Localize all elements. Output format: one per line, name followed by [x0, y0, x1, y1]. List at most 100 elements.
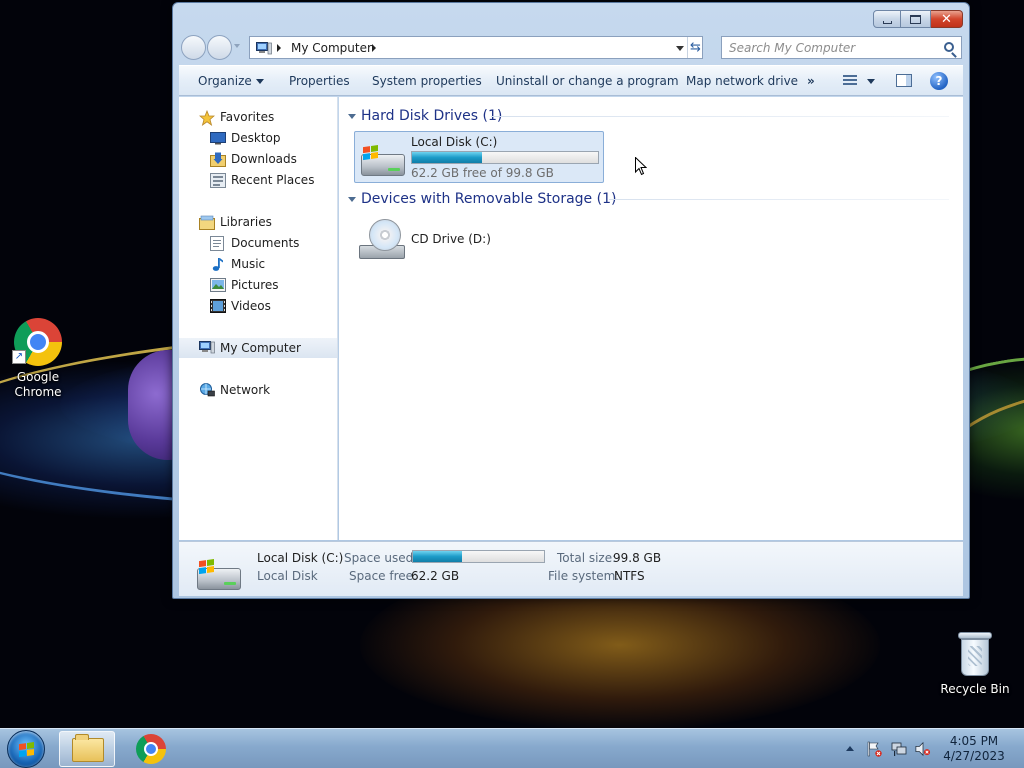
desktop-icon [210, 132, 226, 145]
help-icon[interactable]: ? [930, 72, 948, 90]
details-usage-fill [413, 551, 463, 562]
system-properties-button[interactable]: System properties [372, 66, 482, 96]
nav-label: Videos [231, 299, 271, 313]
volume-muted-icon[interactable] [915, 741, 931, 757]
cd-drive-icon [357, 219, 407, 265]
maximize-icon [910, 14, 921, 24]
nav-item-downloads[interactable]: Downloads [179, 149, 337, 169]
breadcrumb-separator-icon[interactable] [372, 44, 376, 52]
close-button[interactable]: ✕ [931, 10, 963, 28]
total-size-label: Total size: [557, 551, 617, 565]
nav-item-pictures[interactable]: Pictures [179, 275, 337, 295]
change-view-icon[interactable] [843, 75, 857, 87]
chrome-icon [136, 734, 166, 764]
group-header-hard-disk-drives[interactable]: Hard Disk Drives (1) [339, 107, 959, 127]
group-header-removable-storage[interactable]: Devices with Removable Storage (1) [339, 190, 959, 210]
content-pane: Hard Disk Drives (1) Local Disk (C:) 62.… [339, 97, 963, 540]
address-dropdown-icon[interactable] [676, 46, 684, 51]
pictures-icon [210, 278, 226, 292]
computer-icon [199, 341, 215, 354]
breadcrumb-separator-icon[interactable] [277, 44, 281, 52]
space-used-label: Space used: [344, 551, 418, 565]
maximize-button[interactable] [901, 10, 931, 28]
file-system-value: NTFS [614, 569, 645, 583]
drive-name: Local Disk (C:) [411, 135, 498, 149]
drive-usage-fill [412, 152, 483, 163]
star-icon [199, 110, 215, 126]
chevron-down-icon [255, 79, 264, 84]
preview-pane-icon[interactable] [896, 74, 912, 87]
more-commands-button[interactable]: » [807, 66, 815, 96]
window-controls: ✕ [873, 10, 963, 28]
nav-item-network[interactable]: Network [179, 380, 337, 400]
libraries-icon [199, 215, 215, 230]
drive-name: CD Drive (D:) [411, 232, 491, 246]
collapse-arrow-icon[interactable] [348, 197, 356, 202]
space-free-value: 62.2 GB [411, 569, 460, 583]
folder-icon [72, 734, 104, 762]
search-box[interactable]: Search My Computer [721, 36, 962, 59]
drive-tile-local-disk-c[interactable]: Local Disk (C:) 62.2 GB free of 99.8 GB [354, 131, 604, 183]
network-icon [200, 383, 215, 397]
search-placeholder: Search My Computer [729, 41, 856, 55]
recent-pages-dropdown[interactable] [234, 44, 240, 48]
search-icon[interactable] [944, 42, 954, 52]
hard-drive-icon [195, 554, 243, 590]
desktop-icon-recycle-bin[interactable]: Recycle Bin [937, 632, 1013, 697]
address-bar[interactable]: My Computer ⇆ [249, 36, 703, 59]
clock-date: 4/27/2023 [943, 749, 1005, 763]
organize-label: Organize [198, 74, 252, 88]
details-pane: Local Disk (C:) Local Disk Space used: S… [179, 541, 963, 596]
nav-label: Pictures [231, 278, 279, 292]
nav-item-videos[interactable]: Videos [179, 296, 337, 316]
nav-item-desktop[interactable]: Desktop [179, 128, 337, 148]
system-clock[interactable]: 4:05 PM 4/27/2023 [940, 734, 1008, 764]
network-status-icon[interactable] [891, 741, 907, 757]
nav-item-my-computer[interactable]: My Computer [179, 338, 337, 358]
computer-icon [256, 42, 272, 55]
nav-item-libraries[interactable]: Libraries [179, 212, 337, 232]
nav-item-recent-places[interactable]: Recent Places [179, 170, 337, 190]
show-hidden-icons-button[interactable] [846, 746, 854, 751]
nav-label: Desktop [231, 131, 281, 145]
taskbar-windows-explorer[interactable] [59, 731, 115, 767]
recycle-bin-icon [958, 632, 992, 676]
windows-logo-icon [19, 741, 35, 759]
nav-label: Libraries [220, 215, 272, 229]
desktop-icon-label: Google Chrome [14, 370, 62, 399]
drive-usage-bar [411, 151, 599, 164]
taskbar-google-chrome[interactable] [123, 731, 179, 767]
recent-places-icon [210, 173, 226, 188]
refresh-button[interactable]: ⇆ [687, 37, 703, 58]
nav-item-music[interactable]: Music [179, 254, 337, 274]
downloads-folder-icon [210, 152, 226, 167]
nav-item-favorites[interactable]: Favorites [179, 107, 337, 127]
breadcrumb-my-computer[interactable]: My Computer [291, 40, 372, 56]
back-button[interactable] [181, 35, 206, 60]
drive-tile-cd-drive-d[interactable]: CD Drive (D:) [354, 215, 514, 269]
properties-button[interactable]: Properties [289, 66, 350, 96]
collapse-arrow-icon[interactable] [348, 114, 356, 119]
action-center-flag-icon[interactable] [866, 741, 882, 757]
file-system-label: File system: [548, 569, 620, 583]
total-size-value: 99.8 GB [613, 551, 662, 565]
view-options-dropdown-icon[interactable] [867, 79, 875, 84]
start-button[interactable] [7, 730, 45, 768]
desktop-icon-google-chrome[interactable]: ↗ Google Chrome [0, 318, 76, 400]
videos-icon [210, 299, 226, 313]
nav-label: Downloads [231, 152, 297, 166]
minimize-button[interactable] [873, 10, 901, 28]
forward-button[interactable] [207, 35, 232, 60]
nav-label: My Computer [220, 341, 301, 355]
hard-drive-icon [359, 140, 407, 176]
space-free-label: Space free: [349, 569, 418, 583]
navigation-pane: Favorites Desktop Downloads Recent Place… [179, 97, 338, 540]
refresh-icon: ⇆ [690, 40, 701, 55]
map-network-drive-button[interactable]: Map network drive [686, 66, 798, 96]
group-title: Hard Disk Drives (1) [361, 108, 503, 124]
uninstall-program-button[interactable]: Uninstall or change a program [496, 66, 679, 96]
organize-button[interactable]: Organize [198, 66, 264, 96]
nav-label: Recent Places [231, 173, 315, 187]
command-bar: Organize Properties System properties Un… [179, 65, 963, 96]
nav-item-documents[interactable]: Documents [179, 233, 337, 253]
